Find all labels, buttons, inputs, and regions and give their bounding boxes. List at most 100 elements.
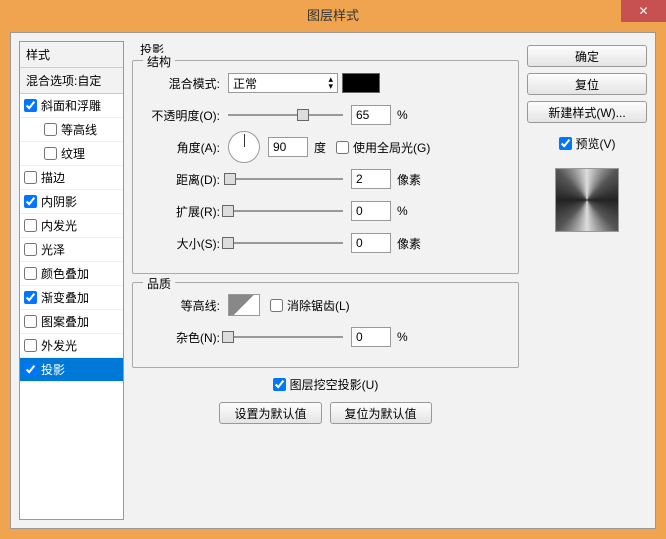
style-item-checkbox[interactable] xyxy=(44,147,57,160)
settings-panel: 投影 结构 混合模式: 正常 ▴▾ 不透明度(O): xyxy=(124,41,527,520)
style-item-checkbox[interactable] xyxy=(44,123,57,136)
blend-options-header[interactable]: 混合选项:自定 xyxy=(20,68,123,94)
new-style-button[interactable]: 新建样式(W)... xyxy=(527,101,647,123)
distance-label: 距离(D): xyxy=(143,171,228,188)
reset-default-button[interactable]: 复位为默认值 xyxy=(330,402,432,424)
size-slider[interactable] xyxy=(228,233,343,253)
styles-list: 样式 混合选项:自定 斜面和浮雕等高线纹理描边内阴影内发光光泽颜色叠加渐变叠加图… xyxy=(19,41,124,520)
style-item-checkbox[interactable] xyxy=(24,219,37,232)
shadow-color-swatch[interactable] xyxy=(342,73,380,93)
default-buttons-row: 设置为默认值 复位为默认值 xyxy=(132,402,519,424)
styles-header[interactable]: 样式 xyxy=(20,42,123,68)
global-light-label: 使用全局光(G) xyxy=(353,139,430,156)
close-icon: ✕ xyxy=(638,4,648,18)
slider-thumb-icon[interactable] xyxy=(222,205,234,217)
noise-row: 杂色(N): % xyxy=(143,325,508,349)
style-item-label: 光泽 xyxy=(41,241,65,258)
dialog-content: 样式 混合选项:自定 斜面和浮雕等高线纹理描边内阴影内发光光泽颜色叠加渐变叠加图… xyxy=(10,32,656,529)
noise-slider[interactable] xyxy=(228,327,343,347)
set-default-button[interactable]: 设置为默认值 xyxy=(219,402,321,424)
noise-input[interactable] xyxy=(351,327,391,347)
antialias-checkbox[interactable]: 消除锯齿(L) xyxy=(270,297,350,314)
noise-label: 杂色(N): xyxy=(143,329,228,346)
layer-style-dialog: 图层样式 ✕ 样式 混合选项:自定 斜面和浮雕等高线纹理描边内阴影内发光光泽颜色… xyxy=(0,0,666,539)
angle-hand-icon xyxy=(244,134,245,147)
style-item-2[interactable]: 纹理 xyxy=(20,142,123,166)
style-item-label: 纹理 xyxy=(61,145,85,162)
style-item-10[interactable]: 外发光 xyxy=(20,334,123,358)
preview-thumbnail xyxy=(555,168,619,232)
style-item-label: 渐变叠加 xyxy=(41,289,89,306)
angle-label: 角度(A): xyxy=(143,139,228,156)
style-item-checkbox[interactable] xyxy=(24,243,37,256)
style-item-6[interactable]: 光泽 xyxy=(20,238,123,262)
contour-label: 等高线: xyxy=(143,297,228,314)
distance-slider[interactable] xyxy=(228,169,343,189)
style-item-3[interactable]: 描边 xyxy=(20,166,123,190)
ok-button[interactable]: 确定 xyxy=(527,45,647,67)
close-button[interactable]: ✕ xyxy=(621,0,666,22)
blend-mode-row: 混合模式: 正常 ▴▾ xyxy=(143,71,508,95)
slider-thumb-icon[interactable] xyxy=(297,109,309,121)
style-item-checkbox[interactable] xyxy=(24,315,37,328)
chevron-updown-icon: ▴▾ xyxy=(328,76,333,90)
style-item-1[interactable]: 等高线 xyxy=(20,118,123,142)
style-item-checkbox[interactable] xyxy=(24,195,37,208)
angle-unit: 度 xyxy=(314,139,326,156)
style-item-checkbox[interactable] xyxy=(24,99,37,112)
style-item-label: 外发光 xyxy=(41,337,77,354)
quality-group: 品质 等高线: 消除锯齿(L) 杂色(N): % xyxy=(132,282,519,368)
size-row: 大小(S): 像素 xyxy=(143,231,508,255)
slider-thumb-icon[interactable] xyxy=(224,173,236,185)
style-item-8[interactable]: 渐变叠加 xyxy=(20,286,123,310)
reset-button[interactable]: 复位 xyxy=(527,73,647,95)
style-item-label: 内发光 xyxy=(41,217,77,234)
style-item-checkbox[interactable] xyxy=(24,171,37,184)
noise-unit: % xyxy=(397,330,408,344)
style-item-11[interactable]: 投影 xyxy=(20,358,123,382)
titlebar: 图层样式 ✕ xyxy=(0,0,666,28)
knockout-checkbox[interactable]: 图层挖空投影(U) xyxy=(273,376,379,393)
angle-row: 角度(A): 度 使用全局光(G) xyxy=(143,135,508,159)
angle-input[interactable] xyxy=(268,137,308,157)
size-input[interactable] xyxy=(351,233,391,253)
style-item-9[interactable]: 图案叠加 xyxy=(20,310,123,334)
angle-dial[interactable] xyxy=(228,131,260,163)
spread-input[interactable] xyxy=(351,201,391,221)
spread-unit: % xyxy=(397,204,408,218)
structure-group: 结构 混合模式: 正常 ▴▾ 不透明度(O): % xyxy=(132,60,519,274)
style-item-5[interactable]: 内发光 xyxy=(20,214,123,238)
blend-mode-value: 正常 xyxy=(233,75,257,92)
style-item-label: 内阴影 xyxy=(41,193,77,210)
size-unit: 像素 xyxy=(397,235,421,252)
style-item-4[interactable]: 内阴影 xyxy=(20,190,123,214)
spread-slider[interactable] xyxy=(228,201,343,221)
style-item-checkbox[interactable] xyxy=(24,339,37,352)
style-item-checkbox[interactable] xyxy=(24,267,37,280)
contour-picker[interactable] xyxy=(228,294,260,316)
style-item-label: 投影 xyxy=(41,361,65,378)
knockout-label: 图层挖空投影(U) xyxy=(290,376,379,393)
preview-checkbox[interactable]: 预览(V) xyxy=(527,135,647,152)
slider-thumb-icon[interactable] xyxy=(222,237,234,249)
opacity-unit: % xyxy=(397,108,408,122)
distance-input[interactable] xyxy=(351,169,391,189)
style-item-7[interactable]: 颜色叠加 xyxy=(20,262,123,286)
blend-mode-select[interactable]: 正常 ▴▾ xyxy=(228,73,338,93)
knockout-row: 图层挖空投影(U) xyxy=(132,376,519,394)
spread-row: 扩展(R): % xyxy=(143,199,508,223)
blend-mode-label: 混合模式: xyxy=(143,75,228,92)
style-item-checkbox[interactable] xyxy=(24,291,37,304)
style-item-checkbox[interactable] xyxy=(24,363,37,376)
slider-thumb-icon[interactable] xyxy=(222,331,234,343)
window-title: 图层样式 xyxy=(307,5,359,24)
opacity-slider[interactable] xyxy=(228,105,343,125)
global-light-checkbox[interactable]: 使用全局光(G) xyxy=(336,139,430,156)
contour-row: 等高线: 消除锯齿(L) xyxy=(143,293,508,317)
opacity-input[interactable] xyxy=(351,105,391,125)
distance-unit: 像素 xyxy=(397,171,421,188)
style-item-label: 描边 xyxy=(41,169,65,186)
style-item-label: 颜色叠加 xyxy=(41,265,89,282)
spread-label: 扩展(R): xyxy=(143,203,228,220)
style-item-0[interactable]: 斜面和浮雕 xyxy=(20,94,123,118)
